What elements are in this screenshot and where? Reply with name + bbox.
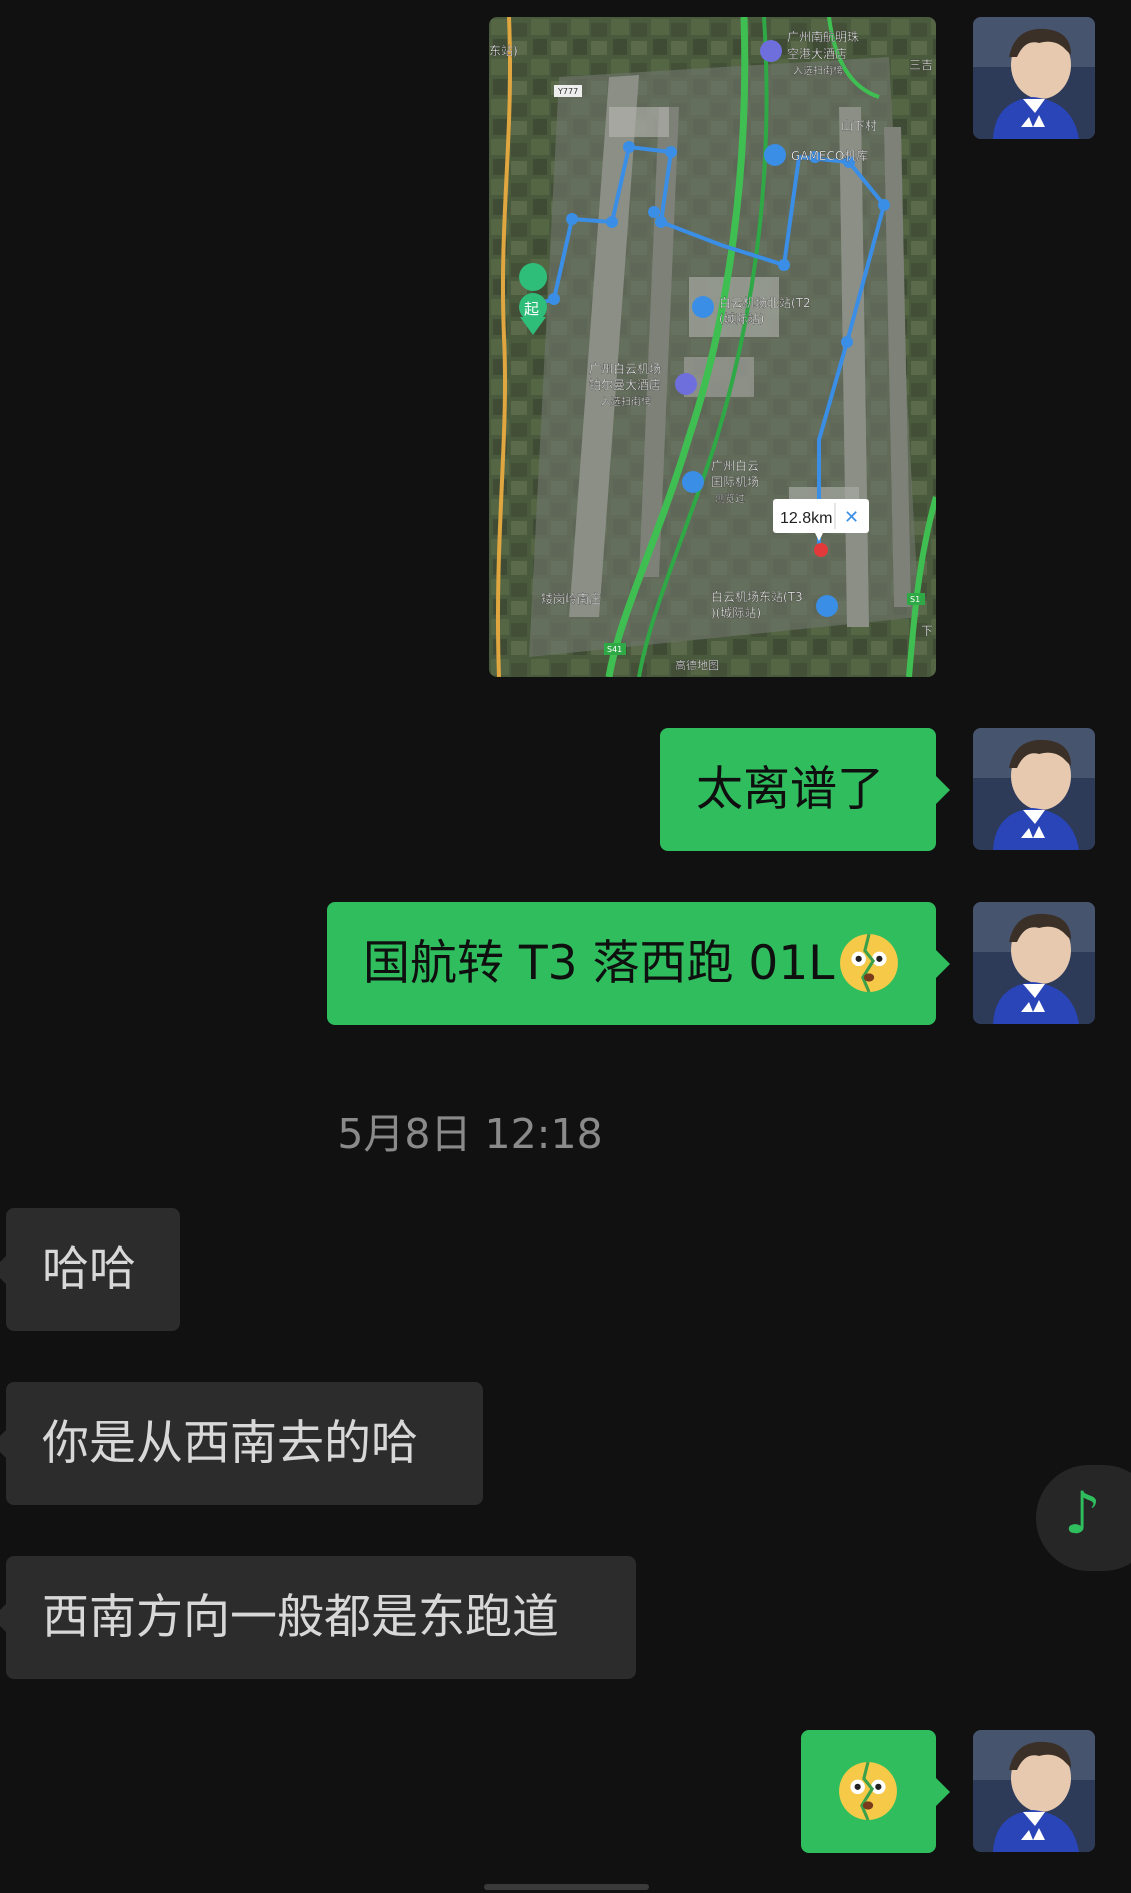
outgoing-emoji-bubble[interactable] [801,1730,950,1853]
svg-text:高德地图: 高德地图 [675,658,719,672]
svg-text:(城际站): (城际站) [719,312,764,326]
message-timestamp: 5月8日 12:18 [337,1110,603,1158]
svg-text:广州南航明珠: 广州南航明珠 [787,29,859,44]
route-end-marker [814,543,828,557]
incoming-message-bubble[interactable]: 哈哈 [0,1208,180,1331]
message-text: 太离谱了 [696,762,884,817]
airport-icon [764,144,786,166]
avatar[interactable] [973,902,1095,1024]
svg-text:起: 起 [524,300,539,318]
incoming-message-bubble[interactable]: 你是从西南去的哈 [0,1382,483,1505]
svg-text:广州白云机场: 广州白云机场 [589,361,661,376]
message-text: 哈哈 [42,1242,136,1297]
svg-text:铂尔曼大酒店: 铂尔曼大酒店 [589,377,661,392]
message-text: 西南方向一般都是东跑道 [42,1590,559,1645]
svg-text:下: 下 [921,624,933,638]
outgoing-message-bubble[interactable]: 国航转 T3 落西跑 01L [327,902,950,1025]
svg-text:东站): 东站) [489,44,518,58]
svg-text:入选扫街榜: 入选扫街榜 [793,64,843,77]
airport-icon [682,471,704,493]
train-station-icon [692,296,714,318]
svg-text:GAMECO机库: GAMECO机库 [791,148,868,163]
svg-text:Y777: Y777 [557,87,578,96]
svg-text:S1: S1 [910,595,920,604]
incoming-message-bubble[interactable]: 西南方向一般都是东跑道 [0,1556,636,1679]
train-station-icon [816,595,838,617]
svg-text:测览过: 测览过 [715,492,745,505]
outgoing-message-bubble[interactable]: 太离谱了 [660,728,950,851]
home-indicator[interactable] [484,1884,649,1890]
avatar[interactable] [973,1730,1095,1852]
message-text: 国航转 T3 落西跑 01L [363,936,835,991]
hurt-face-emoji [839,1761,897,1821]
svg-text:白云机场北站(T2: 白云机场北站(T2 [719,295,811,310]
svg-text:白云机场东站(T3: 白云机场东站(T3 [711,589,803,604]
distance-label: 12.8km [780,510,832,527]
avatar[interactable] [973,728,1095,850]
music-note-icon: ♪ [1064,1479,1102,1547]
svg-text:入选扫街榜: 入选扫街榜 [601,395,651,408]
hotel-icon [675,373,697,395]
svg-text:)(城际站): )(城际站) [711,606,761,620]
svg-text:广州白云: 广州白云 [711,458,759,473]
music-player-button[interactable]: ♪ [1036,1465,1131,1571]
message-text: 你是从西南去的哈 [42,1416,418,1471]
map-image: 12.8km ✕ 起 广州南航明珠 空港大酒店 入选扫街榜 山下村 GAMECO… [489,17,936,677]
svg-text:空港大酒店: 空港大酒店 [787,47,847,61]
hurt-face-emoji [840,933,899,993]
avatar[interactable] [973,17,1095,139]
svg-text:国际机场: 国际机场 [711,475,759,489]
hotel-icon [760,40,782,62]
svg-text:山下村: 山下村 [841,119,877,133]
svg-text:S41: S41 [607,645,622,654]
svg-text:矮岗岭南庄: 矮岗岭南庄 [541,591,601,606]
svg-text:三吉: 三吉 [909,58,933,72]
close-icon: ✕ [844,507,859,528]
map-image-message[interactable]: 12.8km ✕ 起 广州南航明珠 空港大酒店 入选扫街榜 山下村 GAMECO… [489,17,936,677]
